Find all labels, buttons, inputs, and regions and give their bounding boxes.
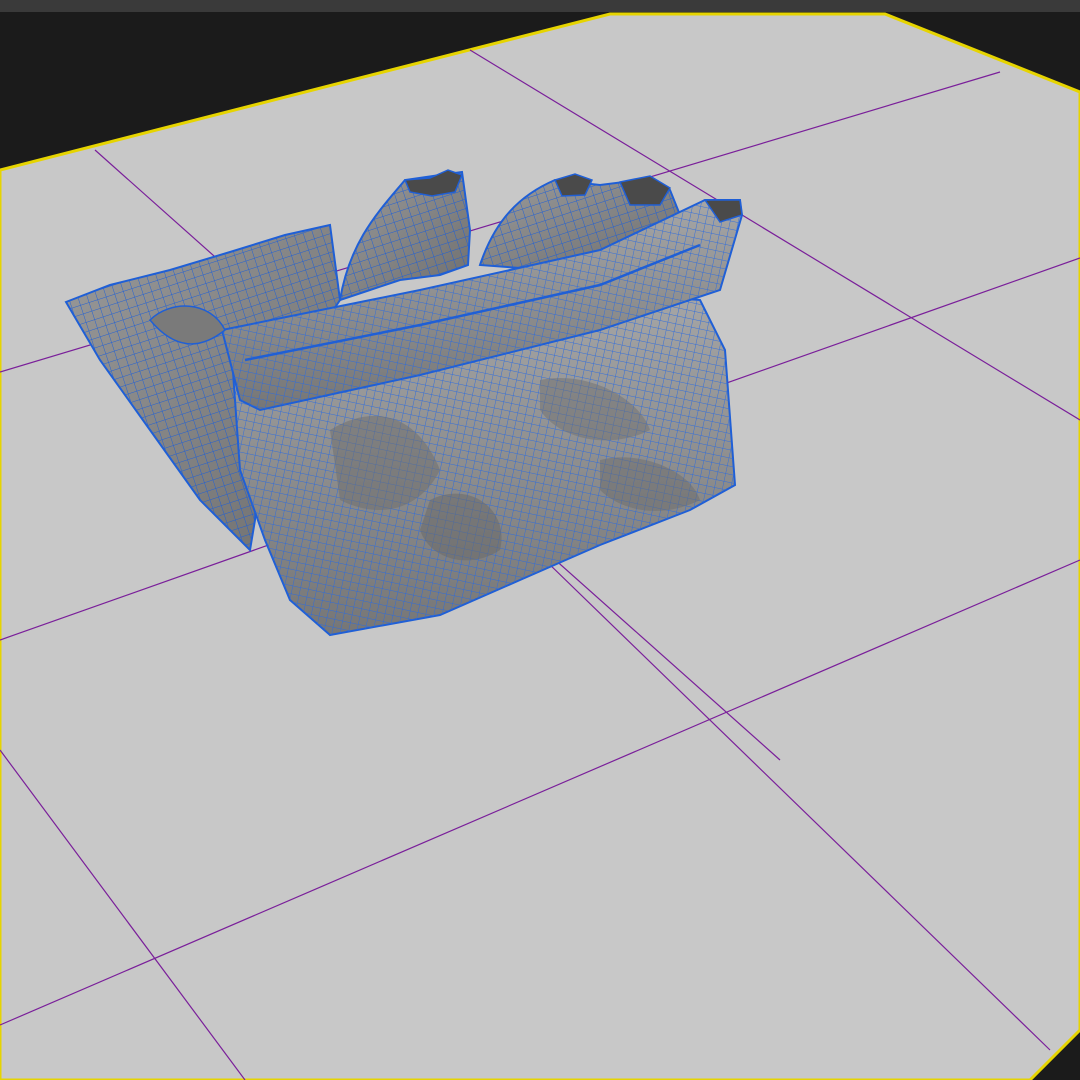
- 3d-viewport[interactable]: [0, 0, 1080, 1080]
- viewport-canvas[interactable]: [0, 0, 1080, 1080]
